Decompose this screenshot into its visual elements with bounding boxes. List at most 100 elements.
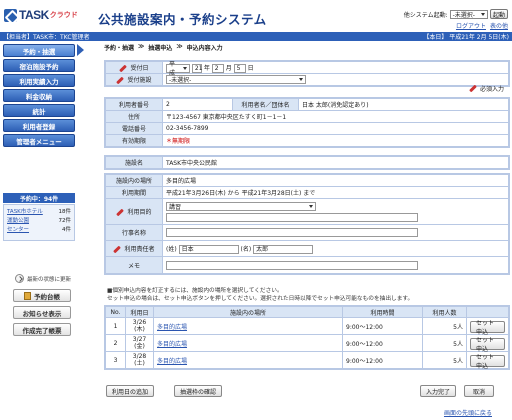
chevron-down-icon <box>309 204 313 208</box>
reservation-link[interactable]: センター <box>7 226 29 235</box>
memo-label: メモ <box>105 256 163 274</box>
launcher-select-value: -未選択- <box>452 11 475 19</box>
room-label: 施設内の場所 <box>105 174 163 187</box>
label-text: 受付日 <box>130 65 149 72</box>
reservation-list: TASK市ホテル 18件 運動公園 72件 センター 4件 <box>3 204 75 241</box>
active-arrow-icon <box>77 44 84 56</box>
reception-date-cell: 平成 21 年 2 月 5 日 <box>162 61 509 77</box>
purpose-detail-input[interactable] <box>166 212 418 222</box>
system-title: 公共施設案内・予約システム <box>98 12 267 27</box>
phone-value: 02-3456-7899 <box>162 122 509 135</box>
pencil-icon <box>116 76 125 85</box>
day-input[interactable]: 5 <box>233 63 246 73</box>
ledger-button[interactable]: 予約台帳 <box>13 289 71 302</box>
column-header: 利用時間 <box>342 306 423 318</box>
sidebar-item-reservation[interactable]: 予約・抽選 <box>3 44 75 57</box>
launcher-label: 他システム起動: <box>403 11 448 19</box>
era-select[interactable]: 平成 <box>166 61 190 77</box>
required-legend: 必須入力 <box>469 84 504 93</box>
row-action: セット申込 <box>466 334 509 353</box>
sidebar-item-admin[interactable]: 管理者メニュー <box>3 134 75 147</box>
place-link[interactable]: 多目的広場 <box>157 341 187 348</box>
logout-link[interactable]: ログアウト <box>456 21 486 30</box>
pencil-icon <box>469 84 477 93</box>
room-value: 多目的広場 <box>162 174 509 187</box>
period-value: 平成21年3月26日(木) から 平成21年3月28日(土) まで <box>162 186 509 199</box>
complete-button[interactable]: 入力完了 <box>420 385 457 397</box>
month-input[interactable]: 2 <box>211 63 224 73</box>
notice-button[interactable]: お知らせ表示 <box>13 306 71 319</box>
sidebar-item-lodging[interactable]: 宿泊施設予約 <box>3 59 75 72</box>
chevron-down-icon <box>183 66 187 70</box>
memo-input[interactable] <box>166 260 418 270</box>
refresh-icon <box>15 274 24 283</box>
logo-icon <box>4 8 17 22</box>
row-no: 2 <box>105 334 126 352</box>
last-name-prefix: (姓) <box>166 245 177 253</box>
list-item: TASK市ホテル 18件 <box>7 208 71 217</box>
set-apply-button[interactable]: セット申込 <box>470 320 505 336</box>
set-apply-button[interactable]: セット申込 <box>470 337 505 353</box>
select-value: 講習 <box>169 203 182 211</box>
reception-section: 受付日 平成 21 年 2 月 5 日 受付施設 -未選択- <box>104 60 510 87</box>
label-text: 利用責任者 <box>124 246 155 253</box>
cancel-button[interactable]: 取消 <box>464 385 494 397</box>
back-to-top-link[interactable]: 画面の先頭に戻る <box>444 408 492 417</box>
pencil-icon <box>113 245 122 254</box>
reservation-link[interactable]: TASK市ホテル <box>7 208 43 217</box>
period-label: 利用期間 <box>105 186 163 199</box>
person-label: 利用責任者 <box>105 240 163 257</box>
table-row: 3 3/28 (土) 多目的広場 9:00～12:00 5人 セット申込 <box>105 351 509 370</box>
reservation-count: 予約中：94件 <box>3 193 75 203</box>
address-label: 住所 <box>105 110 163 123</box>
reception-facility-select[interactable]: -未選択- <box>166 75 306 84</box>
date-text: 3/28 <box>132 353 147 360</box>
sidebar-item-user-register[interactable]: 利用者登録 <box>3 119 75 132</box>
launch-button[interactable]: 起動 <box>489 9 508 19</box>
header-links: ログアウト 表の他 <box>456 21 508 30</box>
row-people: 5人 <box>422 351 467 369</box>
year-unit: 年 <box>203 64 210 72</box>
sidebar-item-usage-input[interactable]: 利用実績入力 <box>3 74 75 87</box>
refresh-link[interactable]: 最新の状態に更新 <box>15 274 71 283</box>
refresh-label: 最新の状態に更新 <box>27 276 72 283</box>
breadcrumb: 予約・抽選 ≫ 抽選申込 ≫ 申込内容入力 <box>104 43 223 52</box>
user-name-value: 日本 太郎(消免認定あり) <box>298 98 509 111</box>
place-link[interactable]: 多目的広場 <box>157 358 187 365</box>
row-no: 1 <box>105 317 126 335</box>
reservation-count-value: 4件 <box>62 227 71 233</box>
table-row: 1 3/26 (木) 多目的広場 9:00～12:00 5人 セット申込 <box>105 317 509 336</box>
reservation-link[interactable]: 運動公園 <box>7 217 29 226</box>
list-item: 運動公園 72件 <box>7 217 71 226</box>
report-button[interactable]: 作成完了帳票 <box>13 323 71 336</box>
reservation-count-value: 18件 <box>58 209 72 215</box>
first-name-input[interactable]: 太郎 <box>253 244 314 254</box>
event-name-input[interactable] <box>166 228 418 237</box>
sidebar-item-fee[interactable]: 料金収納 <box>3 89 75 102</box>
sidebar-item-statistics[interactable]: 統計 <box>3 104 75 117</box>
row-place: 多目的広場 <box>153 317 343 335</box>
user-no-label: 利用者番号 <box>105 98 163 111</box>
purpose-select[interactable]: 講習 <box>166 201 316 211</box>
table-row: 2 3/27 (金) 多目的広場 9:00～12:00 5人 セット申込 <box>105 334 509 353</box>
launcher-select[interactable]: -未選択- <box>449 9 488 19</box>
breadcrumb-separator: ≫ <box>138 43 145 50</box>
list-item: センター 4件 <box>7 226 71 235</box>
row-place: 多目的広場 <box>153 351 343 369</box>
reception-facility-cell: -未選択- <box>162 73 509 86</box>
reception-facility-label: 受付施設 <box>105 73 163 86</box>
label-text: 受付施設 <box>127 77 152 84</box>
row-place: 多目的広場 <box>153 334 343 352</box>
note-line: ■個別申込内容を訂正するには、施設内の場所を選択してください。 <box>107 288 283 294</box>
set-apply-button[interactable]: セット申込 <box>470 354 505 370</box>
add-date-button[interactable]: 利用日の追加 <box>106 385 155 397</box>
sidebar: 予約・抽選 宿泊施設予約 利用実績入力 料金収納 統計 利用者登録 管理者メニュ… <box>0 42 77 420</box>
place-link[interactable]: 多目的広場 <box>157 324 187 331</box>
person-cell: (姓) 日本 (名) 太郎 <box>162 240 509 257</box>
year-input[interactable]: 21 <box>191 63 203 73</box>
last-name-input[interactable]: 日本 <box>178 244 239 254</box>
others-link[interactable]: 表の他 <box>490 21 508 30</box>
ledger-label: 予約台帳 <box>34 292 60 301</box>
date-text: 3/26 <box>132 319 147 326</box>
check-frame-button[interactable]: 抽選枠の確認 <box>174 385 223 397</box>
